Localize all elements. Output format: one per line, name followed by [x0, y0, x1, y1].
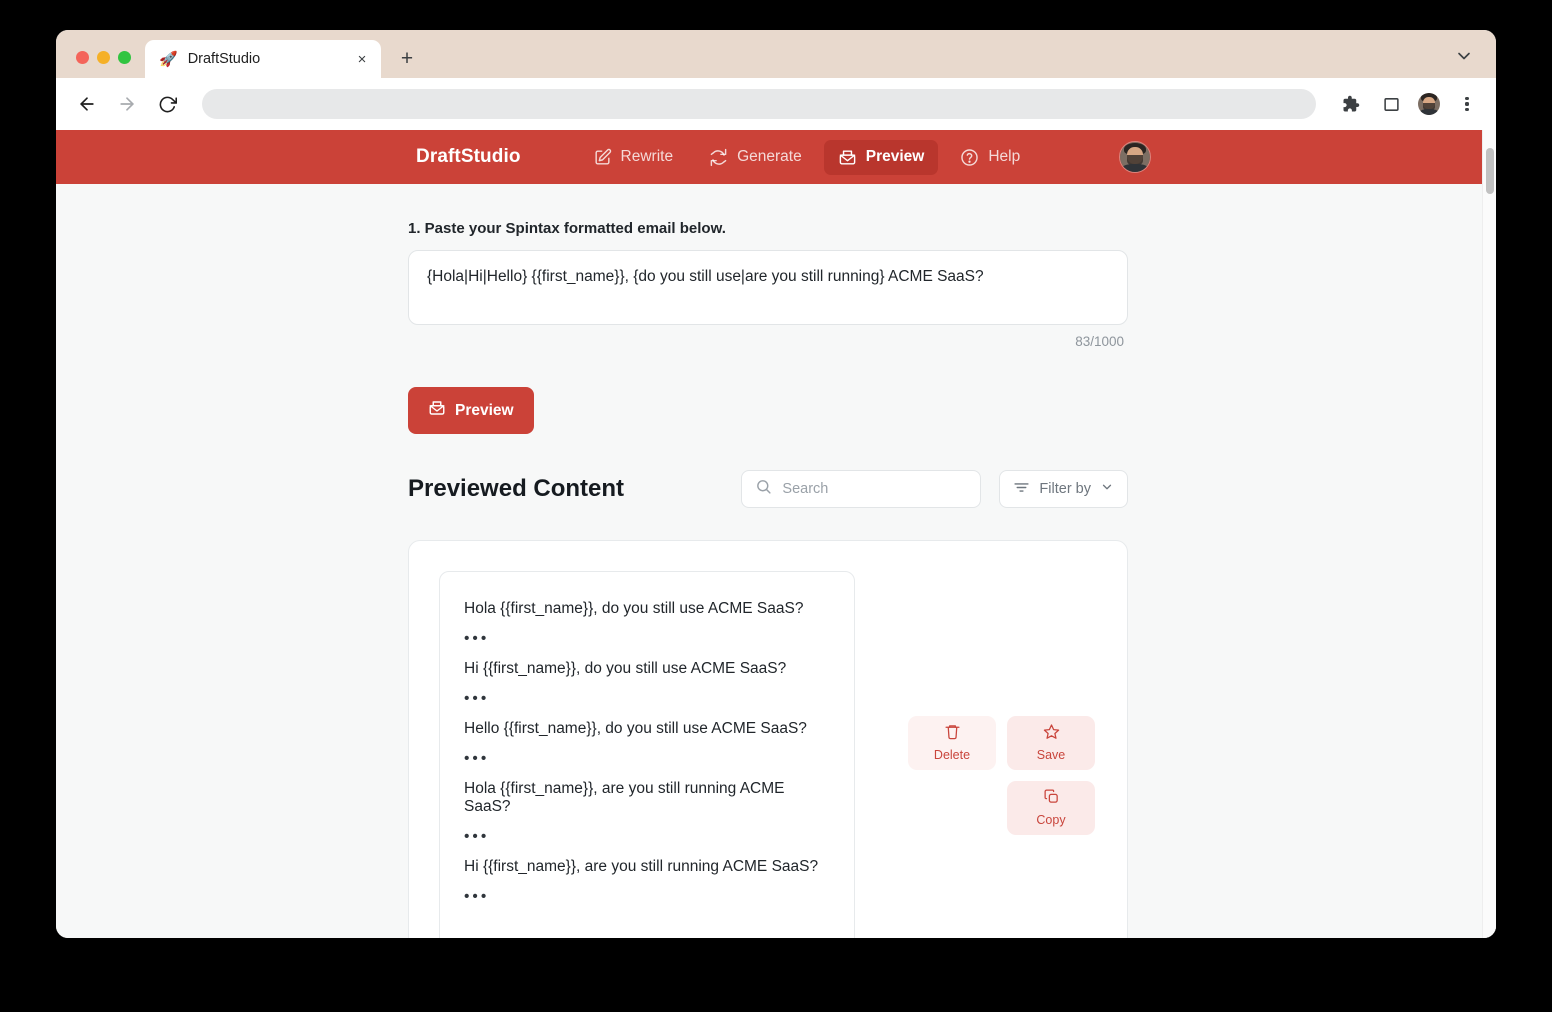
spintax-input[interactable]: {Hola|Hi|Hello} {{first_name}}, {do you …: [408, 250, 1128, 325]
variant-separator: •••: [464, 750, 490, 767]
page-scrollbar[interactable]: [1482, 130, 1496, 938]
new-tab-button[interactable]: +: [391, 42, 423, 74]
chevron-down-icon[interactable]: [1454, 46, 1474, 66]
nav-item-rewrite[interactable]: Rewrite: [579, 140, 688, 175]
filter-icon: [1013, 479, 1030, 500]
search-box[interactable]: [741, 470, 982, 508]
nav-item-generate[interactable]: Generate: [695, 140, 816, 175]
refresh-icon: [709, 148, 728, 167]
close-tab-icon[interactable]: ×: [353, 50, 371, 68]
browser-toolbar: [56, 78, 1496, 130]
variant-separator: •••: [464, 828, 490, 845]
variants-list: Hola {{first_name}}, do you still use AC…: [439, 571, 855, 938]
user-avatar[interactable]: [1119, 141, 1151, 173]
star-icon: [1043, 723, 1060, 743]
variant-line: Hello {{first_name}}, do you still use A…: [464, 720, 807, 737]
variant-line: Hi {{first_name}}, are you still running…: [464, 858, 819, 875]
rocket-icon: 🚀: [159, 50, 178, 68]
avatar-image: [1418, 93, 1440, 115]
save-button-label: Save: [1036, 748, 1066, 762]
nav-item-preview[interactable]: Preview: [823, 139, 939, 175]
question-circle-icon: [960, 148, 979, 167]
browser-tab-strip: 🚀 DraftStudio × +: [56, 30, 1496, 78]
trash-icon: [944, 723, 961, 743]
variant-line: Hola {{first_name}}, do you still use AC…: [464, 600, 804, 617]
filter-by-label: Filter by: [1039, 481, 1091, 497]
avatar-image: [1120, 142, 1150, 172]
variant-separator: •••: [464, 690, 490, 707]
browser-menu-icon[interactable]: [1454, 91, 1480, 117]
copy-icon: [1043, 788, 1060, 808]
address-bar[interactable]: [202, 89, 1316, 119]
side-panel-icon[interactable]: [1378, 91, 1404, 117]
delete-button[interactable]: Delete: [908, 715, 996, 770]
close-window-button[interactable]: [76, 51, 89, 64]
minimize-window-button[interactable]: [97, 51, 110, 64]
back-icon[interactable]: [74, 91, 100, 117]
copy-button-label: Copy: [1036, 813, 1066, 827]
app-nav-bar: DraftStudio Rewrite Generate Preview Hel…: [56, 130, 1496, 184]
web-page: DraftStudio Rewrite Generate Preview Hel…: [56, 130, 1496, 938]
filter-by-dropdown[interactable]: Filter by: [999, 470, 1128, 508]
browser-tab[interactable]: 🚀 DraftStudio ×: [145, 40, 381, 78]
variant-line: Hola {{first_name}}, are you still runni…: [464, 780, 785, 815]
envelope-open-icon: [428, 399, 446, 422]
tab-title: DraftStudio: [187, 51, 261, 67]
variant-line: Hi {{first_name}}, do you still use ACME…: [464, 660, 787, 677]
preview-button-label: Preview: [455, 401, 514, 419]
search-input[interactable]: [782, 481, 968, 497]
search-icon: [755, 478, 772, 500]
page-content: 1. Paste your Spintax formatted email be…: [56, 184, 1496, 938]
scrollbar-thumb[interactable]: [1486, 148, 1494, 194]
character-counter: 83/1000: [1075, 334, 1124, 349]
variant-separator: •••: [464, 630, 490, 647]
preview-button[interactable]: Preview: [408, 387, 534, 434]
results-card: Hola {{first_name}}, do you still use AC…: [408, 540, 1128, 938]
nav-item-label: Rewrite: [620, 148, 674, 165]
extensions-icon[interactable]: [1338, 91, 1364, 117]
chevron-down-icon: [1100, 480, 1114, 498]
nav-item-label: Preview: [865, 148, 925, 165]
results-header: Previewed Content Filter by: [408, 470, 1128, 508]
nav-item-help[interactable]: Help: [946, 140, 1034, 175]
action-buttons: Delete Save Copy: [875, 571, 1097, 938]
variant-separator: •••: [464, 888, 490, 905]
save-button[interactable]: Save: [1007, 715, 1095, 770]
forward-icon[interactable]: [114, 91, 140, 117]
window-traffic-lights: [56, 51, 145, 78]
copy-button[interactable]: Copy: [1007, 780, 1095, 835]
spintax-step-label: 1. Paste your Spintax formatted email be…: [408, 220, 726, 237]
page-title: Previewed Content: [408, 475, 625, 502]
profile-avatar[interactable]: [1418, 93, 1440, 115]
delete-button-label: Delete: [933, 748, 971, 762]
browser-window: 🚀 DraftStudio × + DraftStudio Rewrite Ge…: [56, 30, 1496, 938]
envelope-open-icon: [838, 148, 857, 167]
nav-item-label: Generate: [737, 148, 802, 165]
app-brand-logo[interactable]: DraftStudio: [416, 146, 521, 168]
reload-icon[interactable]: [154, 91, 180, 117]
pencil-square-icon: [593, 148, 612, 167]
maximize-window-button[interactable]: [118, 51, 131, 64]
nav-item-label: Help: [988, 148, 1021, 165]
